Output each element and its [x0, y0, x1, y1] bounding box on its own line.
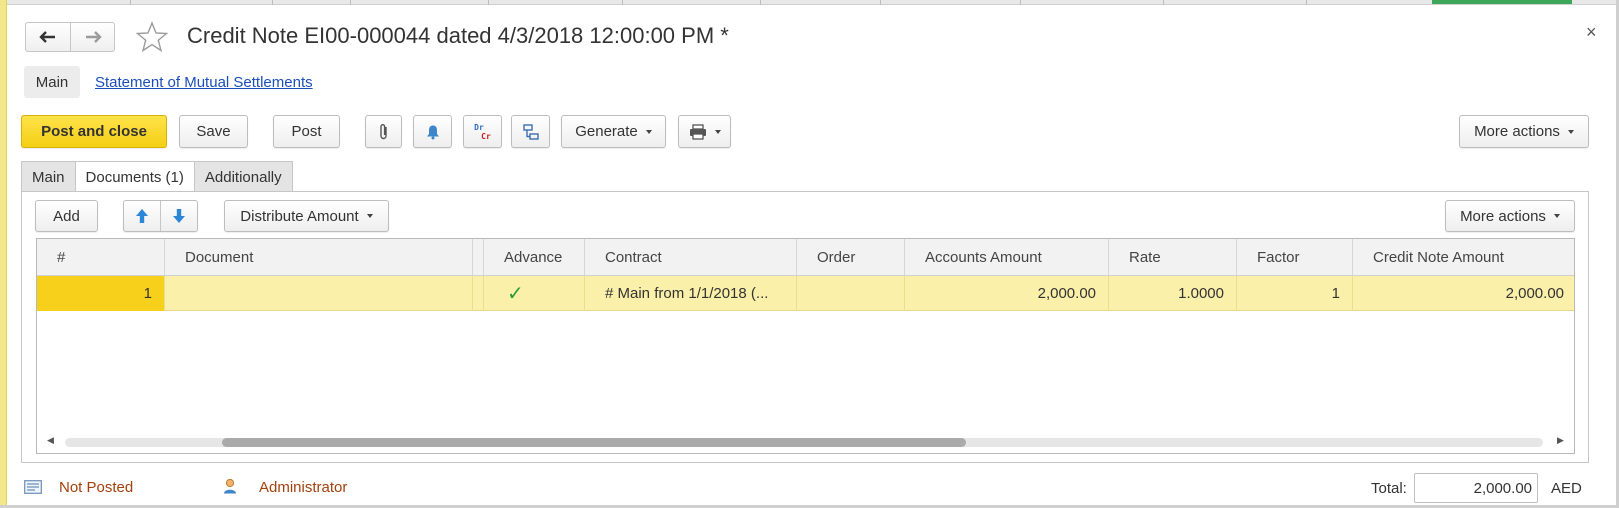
column-header-order[interactable]: Order — [797, 239, 905, 276]
cell-document[interactable] — [165, 276, 473, 311]
user-icon — [224, 478, 236, 494]
scrollbar-thumb[interactable] — [222, 438, 966, 447]
post-and-close-button[interactable]: Post and close — [21, 115, 167, 148]
document-title: Credit Note EI00-000044 dated 4/3/2018 1… — [187, 23, 729, 48]
arrow-right-icon — [85, 31, 102, 43]
dr-cr-icon: Dr Cr — [474, 123, 491, 141]
nav-main[interactable]: Main — [24, 66, 80, 98]
post-status: Not Posted — [59, 479, 134, 496]
move-up-button[interactable] — [124, 201, 161, 231]
cell-advance-check[interactable]: ✓ — [484, 276, 585, 311]
author-name: Administrator — [259, 479, 348, 496]
window-left-edge — [0, 0, 7, 508]
printer-icon — [689, 123, 706, 140]
cell-divider — [473, 276, 484, 311]
chevron-down-icon — [645, 129, 652, 134]
star-icon[interactable] — [135, 20, 169, 54]
column-header-num[interactable]: # — [37, 239, 165, 276]
dr-cr-button[interactable]: Dr Cr — [463, 115, 502, 148]
table-header: # Document Advance Contract Order Accoun… — [37, 239, 1574, 276]
forward-button[interactable] — [70, 23, 114, 51]
generate-button[interactable]: Generate — [561, 115, 666, 148]
active-window-indicator — [1432, 0, 1572, 4]
total-field: 2,000.00 — [1414, 473, 1538, 503]
arrow-left-icon — [39, 31, 55, 43]
tab-documents[interactable]: Documents (1) — [74, 161, 195, 193]
currency-label: AED — [1551, 480, 1582, 497]
chevron-down-icon — [1553, 214, 1560, 218]
history-navigation — [25, 22, 115, 52]
column-header-factor[interactable]: Factor — [1237, 239, 1353, 276]
column-header-rate[interactable]: Rate — [1109, 239, 1237, 276]
cell-rate[interactable]: 1.0000 — [1109, 276, 1237, 311]
reminder-button[interactable] — [413, 115, 452, 148]
post-button[interactable]: Post — [273, 115, 340, 148]
table-more-actions-button[interactable]: More actions — [1445, 200, 1575, 232]
documents-table: # Document Advance Contract Order Accoun… — [36, 238, 1575, 454]
bell-icon — [426, 125, 439, 139]
generate-label: Generate — [575, 123, 638, 140]
arrow-up-icon — [136, 209, 148, 223]
print-button[interactable] — [678, 115, 731, 148]
paperclip-icon — [379, 123, 387, 139]
more-actions-label: More actions — [1474, 123, 1560, 140]
column-header-credit-note-amount[interactable]: Credit Note Amount — [1353, 239, 1574, 276]
chevron-down-icon — [366, 214, 373, 218]
chevron-down-icon — [714, 129, 721, 134]
move-buttons — [123, 200, 198, 232]
attach-button[interactable] — [365, 115, 402, 148]
dr-label: Dr — [474, 122, 484, 132]
back-button[interactable] — [26, 23, 70, 51]
table-row[interactable]: 1 ✓ # Main from 1/1/2018 (... 2,000.00 1… — [37, 276, 1574, 311]
document-status-icon — [24, 480, 42, 494]
cr-label: Cr — [481, 131, 491, 141]
close-icon[interactable]: × — [1586, 22, 1597, 43]
cell-accounts-amount[interactable]: 2,000.00 — [905, 276, 1109, 311]
tab-main[interactable]: Main — [21, 161, 76, 192]
nav-statement-link[interactable]: Statement of Mutual Settlements — [95, 74, 313, 91]
distribute-amount-button[interactable]: Distribute Amount — [224, 200, 389, 232]
save-button[interactable]: Save — [179, 115, 248, 148]
structure-icon — [522, 123, 539, 140]
total-label: Total: — [1371, 480, 1407, 497]
scroll-left-icon[interactable]: ◀ — [47, 435, 54, 446]
column-header-accounts-amount[interactable]: Accounts Amount — [905, 239, 1109, 276]
cell-credit-note-amount[interactable]: 2,000.00 — [1353, 276, 1574, 311]
distribute-amount-label: Distribute Amount — [240, 207, 359, 225]
structure-button[interactable] — [511, 115, 550, 148]
column-header-contract[interactable]: Contract — [585, 239, 797, 276]
move-down-button[interactable] — [161, 201, 197, 231]
table-more-actions-label: More actions — [1460, 207, 1546, 225]
add-button[interactable]: Add — [35, 200, 98, 232]
cell-contract[interactable]: # Main from 1/1/2018 (... — [585, 276, 797, 311]
column-header-document[interactable]: Document — [165, 239, 473, 276]
column-header-advance[interactable]: Advance — [484, 239, 585, 276]
tab-additionally[interactable]: Additionally — [193, 161, 293, 192]
form-tabs: Main Documents (1) Additionally — [21, 161, 293, 193]
cell-factor[interactable]: 1 — [1237, 276, 1353, 311]
cell-order[interactable] — [797, 276, 905, 311]
arrow-down-icon — [173, 209, 185, 223]
chevron-down-icon — [1567, 129, 1574, 134]
cell-num[interactable]: 1 — [37, 276, 165, 311]
horizontal-scrollbar[interactable]: ◀ ▶ — [37, 429, 1574, 453]
window-top-strip — [0, 0, 1619, 5]
column-divider — [473, 239, 484, 276]
scroll-right-icon[interactable]: ▶ — [1557, 435, 1564, 446]
more-actions-button[interactable]: More actions — [1459, 115, 1589, 148]
